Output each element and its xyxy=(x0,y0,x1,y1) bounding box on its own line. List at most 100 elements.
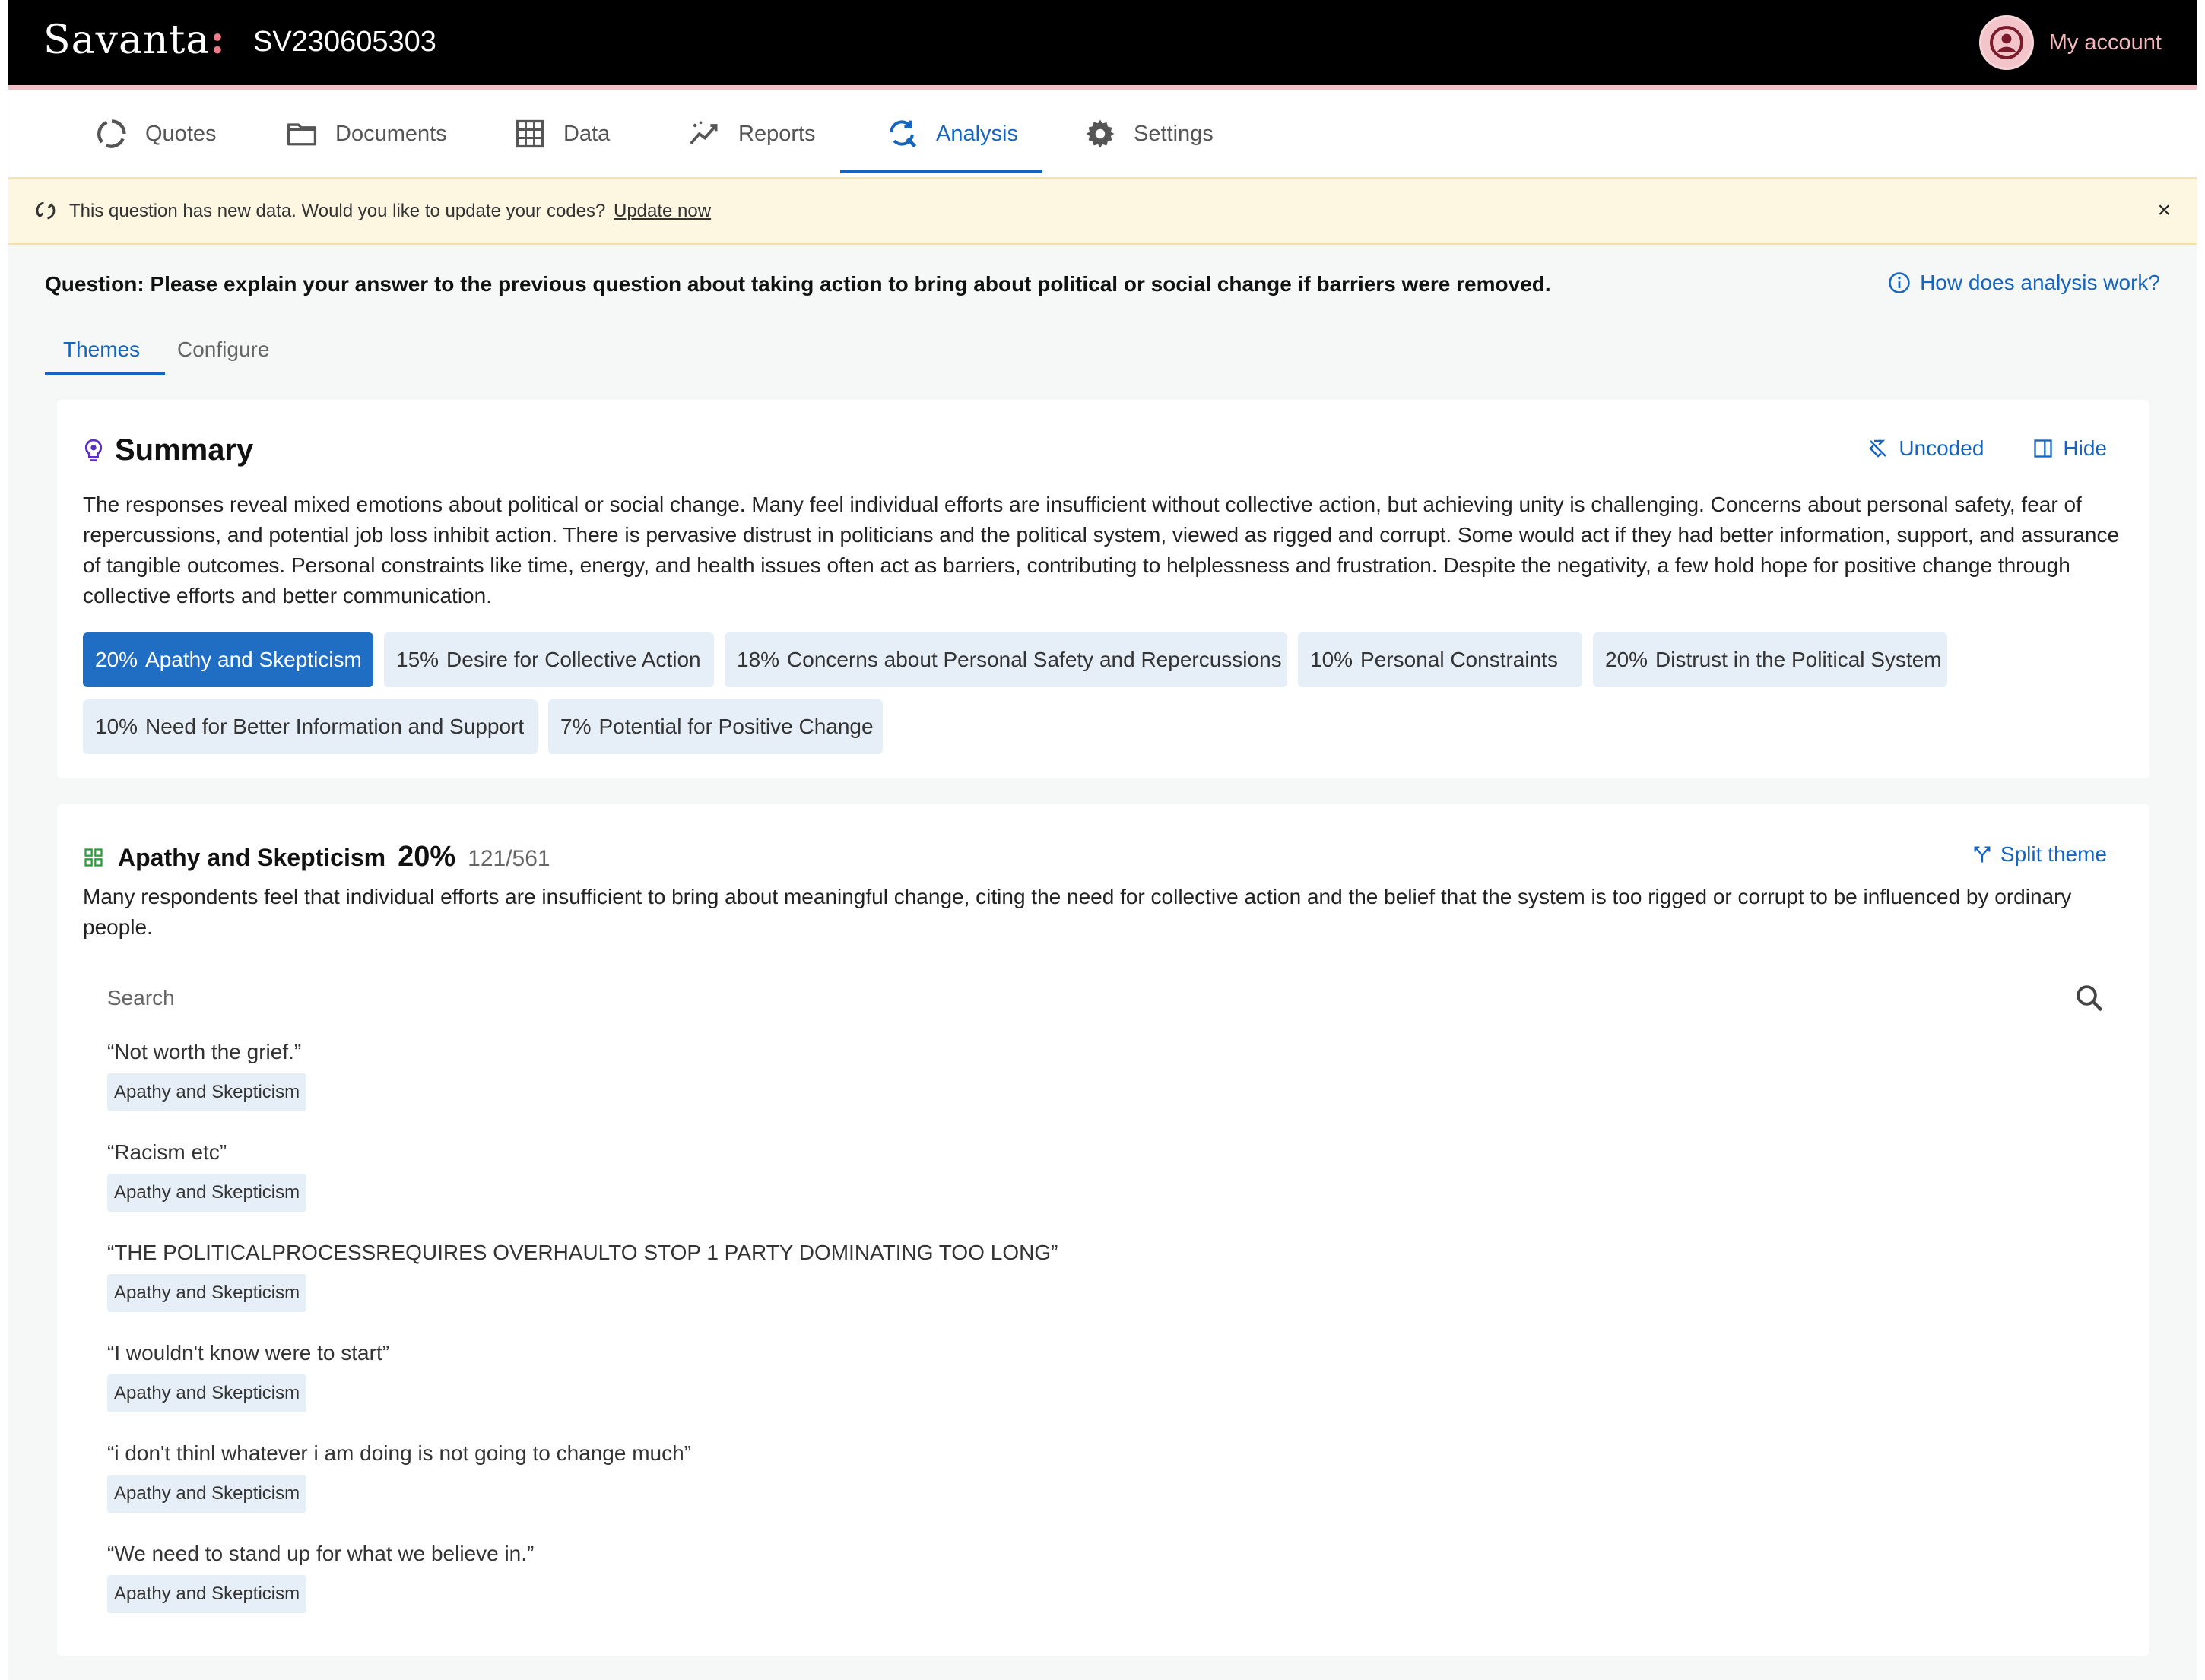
chip-pct: 10% xyxy=(95,715,138,738)
chip-pct: 10% xyxy=(1310,648,1353,671)
quote-item: “We need to stand up for what we believe… xyxy=(107,1539,2084,1639)
chip-label: Personal Constraints xyxy=(1360,648,1558,671)
refresh-search-icon xyxy=(890,120,917,148)
theme-percentage: 20% xyxy=(398,841,456,873)
folder-icon xyxy=(287,123,317,146)
split-theme-label: Split theme xyxy=(2000,842,2107,866)
lightbulb-icon xyxy=(84,439,103,461)
tab-reports[interactable]: Reports xyxy=(688,90,816,178)
summary-card: Summary Uncoded Hide The responses revea… xyxy=(57,400,2149,778)
grid-icon xyxy=(516,119,544,148)
info-icon xyxy=(1889,272,1910,293)
tab-configure[interactable]: Configure xyxy=(177,338,269,362)
tab-reports-label: Reports xyxy=(738,121,816,146)
theme-count: 121/561 xyxy=(468,846,550,871)
quote-text: “THE POLITICALPROCESSREQUIRES OVERHAULTO… xyxy=(107,1241,1058,1264)
chip-pct: 7% xyxy=(560,715,592,738)
split-theme-button[interactable]: Split theme xyxy=(1972,842,2107,867)
quote-text: “Racism etc” xyxy=(107,1140,227,1164)
hide-label: Hide xyxy=(2063,436,2107,460)
my-account-button[interactable]: My account xyxy=(1978,14,2162,71)
quote-search xyxy=(107,972,2115,1025)
summary-heading: Summary xyxy=(83,433,253,468)
chip-label: Concerns about Personal Safety and Reper… xyxy=(787,648,1282,671)
tab-quotes-label: Quotes xyxy=(145,121,217,146)
uncoded-icon xyxy=(1869,439,1887,458)
tab-analysis[interactable]: Analysis xyxy=(886,90,1018,178)
split-icon xyxy=(1974,846,1991,863)
logo-mark: : xyxy=(210,17,226,63)
savanta-logo[interactable]: Savanta: xyxy=(43,17,226,63)
theme-chip[interactable]: 10% Need for Better Information and Supp… xyxy=(83,699,538,754)
chip-label: Apathy and Skepticism xyxy=(145,648,362,671)
hide-button[interactable]: Hide xyxy=(2032,436,2107,461)
search-icon[interactable] xyxy=(2073,982,2105,1018)
active-tab-indicator xyxy=(840,170,1042,173)
tab-quotes[interactable]: Quotes xyxy=(95,90,217,178)
quote-tag[interactable]: Apathy and Skepticism xyxy=(107,1274,307,1312)
account-label: My account xyxy=(2048,30,2162,55)
tab-documents-label: Documents xyxy=(335,121,447,146)
quote-text: “We need to stand up for what we believe… xyxy=(107,1542,535,1565)
theme-grid-icon xyxy=(84,848,103,867)
gear-icon xyxy=(1086,119,1115,148)
quote-item: “Not worth the grief.” Apathy and Skepti… xyxy=(107,1037,2084,1137)
sync-icon xyxy=(34,199,57,227)
question-text: Question: Please explain your answer to … xyxy=(45,272,1551,296)
summary-title: Summary xyxy=(115,433,254,467)
tab-data-label: Data xyxy=(563,121,611,146)
notice-text: This question has new data. Would you li… xyxy=(69,201,606,221)
update-now-link[interactable]: Update now xyxy=(614,201,711,222)
theme-chip[interactable]: 20% Apathy and Skepticism xyxy=(83,632,373,687)
theme-chip[interactable]: 18% Concerns about Personal Safety and R… xyxy=(725,632,1287,687)
quote-text: “Not worth the grief.” xyxy=(107,1040,302,1063)
theme-header: Apathy and Skepticism 20% 121/561 xyxy=(83,841,550,873)
chip-label: Distrust in the Political System xyxy=(1655,648,1942,671)
chip-pct: 20% xyxy=(95,648,138,671)
tab-settings-label: Settings xyxy=(1134,121,1214,146)
tab-data[interactable]: Data xyxy=(513,90,610,178)
tab-documents[interactable]: Documents xyxy=(285,90,447,178)
uncoded-label: Uncoded xyxy=(1899,436,1984,460)
how-analysis-works-link[interactable]: How does analysis work? xyxy=(1888,271,2160,295)
quote-tag[interactable]: Apathy and Skepticism xyxy=(107,1575,307,1613)
tab-themes[interactable]: Themes xyxy=(63,338,140,362)
chip-pct: 20% xyxy=(1605,648,1648,671)
theme-chip[interactable]: 20% Distrust in the Political System xyxy=(1593,632,1947,687)
app-frame: Savanta: SV230605303 My account Quotes D… xyxy=(8,0,2197,1680)
search-input[interactable] xyxy=(107,972,2115,1025)
update-notice: This question has new data. Would you li… xyxy=(8,178,2197,245)
theme-description: Many respondents feel that individual ef… xyxy=(83,885,2072,939)
close-icon[interactable]: × xyxy=(2157,198,2171,223)
panel-icon xyxy=(2034,439,2053,458)
quote-item: “i don't thinl whatever i am doing is no… xyxy=(107,1438,2084,1539)
top-bar: Savanta: SV230605303 My account xyxy=(8,0,2197,85)
theme-chip[interactable]: 7% Potential for Positive Change xyxy=(548,699,883,754)
quote-item: “Racism etc” Apathy and Skepticism xyxy=(107,1137,2084,1238)
quote-item: “I wouldn't know were to start” Apathy a… xyxy=(107,1338,2084,1438)
uncoded-button[interactable]: Uncoded xyxy=(1867,436,1984,461)
quote-text: “I wouldn't know were to start” xyxy=(107,1341,390,1365)
main-nav: Quotes Documents Data Reports Analysis S… xyxy=(8,90,2197,178)
chip-pct: 18% xyxy=(737,648,780,671)
quote-text: “i don't thinl whatever i am doing is no… xyxy=(107,1441,692,1465)
chip-label: Desire for Collective Action xyxy=(446,648,701,671)
summary-actions: Uncoded Hide xyxy=(1867,436,2107,461)
chip-label: Potential for Positive Change xyxy=(598,715,874,738)
quote-list: “Not worth the grief.” Apathy and Skepti… xyxy=(107,1037,2084,1639)
theme-chip[interactable]: 10% Personal Constraints xyxy=(1298,632,1582,687)
summary-text: The responses reveal mixed emotions abou… xyxy=(83,493,2120,607)
tab-analysis-label: Analysis xyxy=(936,121,1018,146)
theme-chip[interactable]: 15% Desire for Collective Action xyxy=(384,632,714,687)
project-id: SV230605303 xyxy=(253,26,436,58)
theme-title: Apathy and Skepticism xyxy=(118,844,386,871)
quote-tag[interactable]: Apathy and Skepticism xyxy=(107,1174,307,1212)
quote-tag[interactable]: Apathy and Skepticism xyxy=(107,1475,307,1513)
account-avatar-icon xyxy=(1978,15,2034,70)
quote-item: “THE POLITICALPROCESSREQUIRES OVERHAULTO… xyxy=(107,1238,2084,1338)
quote-tag[interactable]: Apathy and Skepticism xyxy=(107,1374,307,1412)
tab-settings[interactable]: Settings xyxy=(1083,90,1214,178)
chip-label: Need for Better Information and Support xyxy=(145,715,525,738)
trend-icon xyxy=(690,121,718,145)
quote-tag[interactable]: Apathy and Skepticism xyxy=(107,1073,307,1111)
